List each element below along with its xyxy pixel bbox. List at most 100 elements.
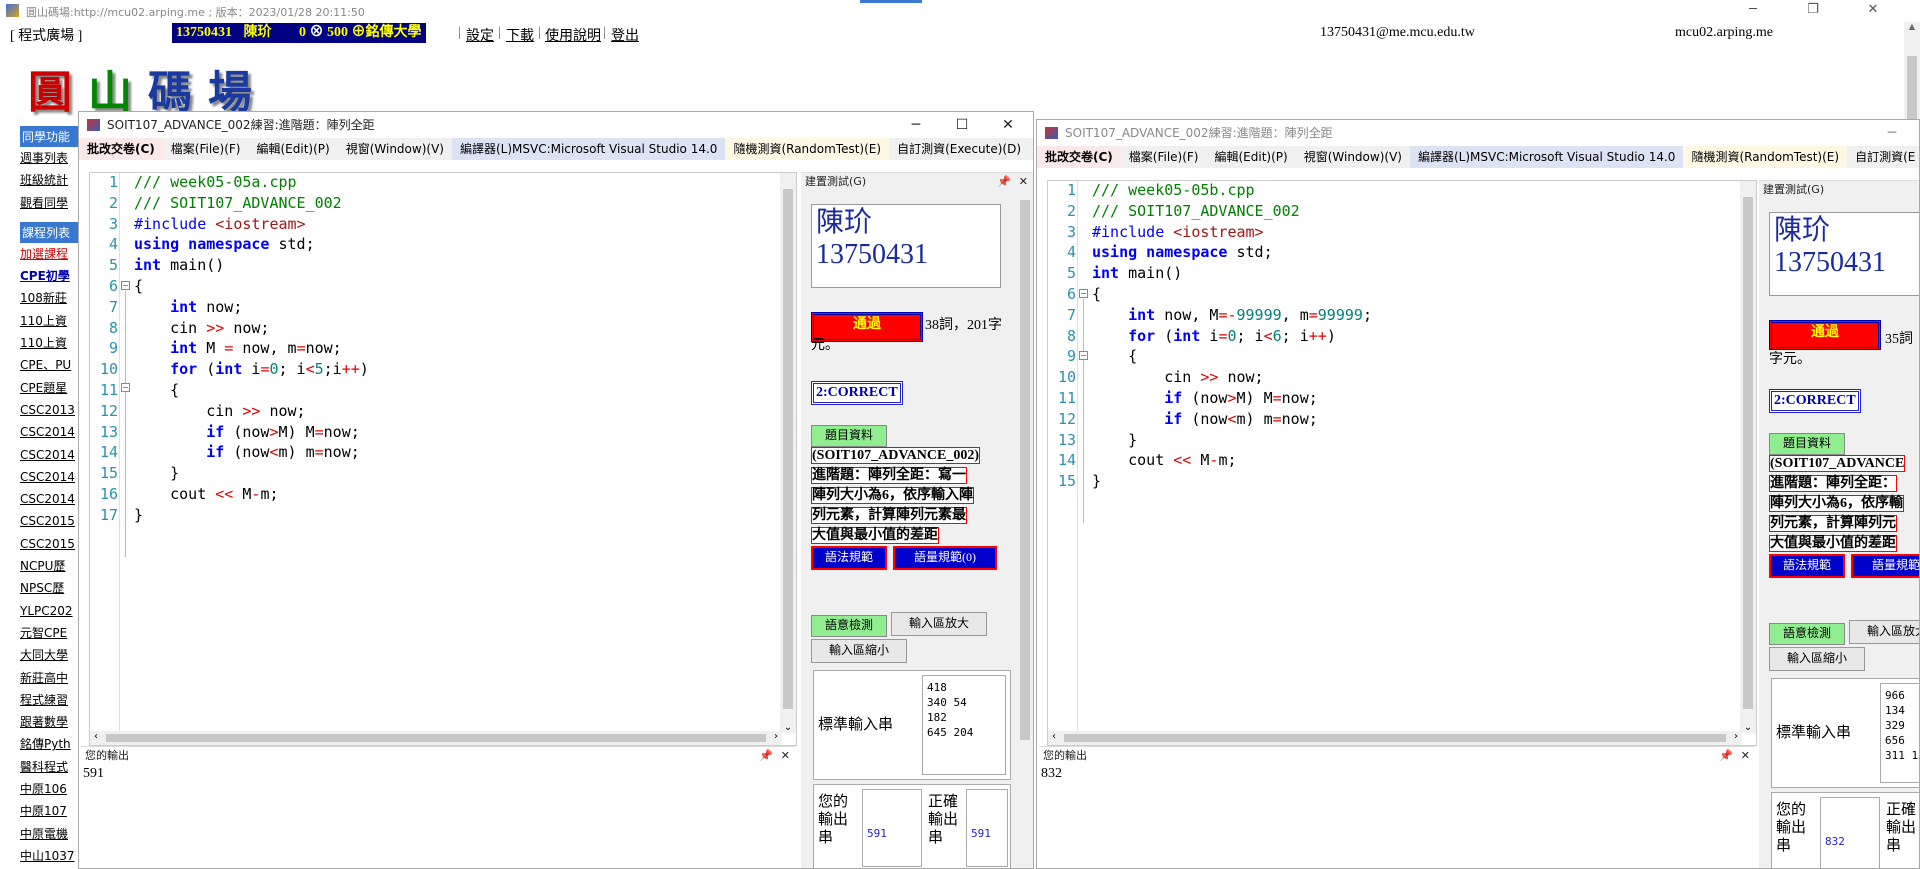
minimize-icon[interactable]: ─ [1869, 120, 1915, 146]
nav-link[interactable]: 110上資 [20, 332, 82, 354]
nav-link[interactable]: 新莊高中 [20, 667, 82, 689]
nav-link[interactable]: 跟著數學 [20, 711, 82, 733]
fold-toggle-icon[interactable]: − [121, 281, 130, 290]
restore-icon[interactable]: ❐ [1790, 0, 1836, 22]
nav-link[interactable]: CPE、PU [20, 354, 82, 376]
enlarge-input-button[interactable]: 輸入區放大 [1849, 620, 1919, 644]
nav-link[interactable]: CSC2015 [20, 510, 82, 532]
menu-custom-test[interactable]: 自訂測資(E [1847, 146, 1919, 168]
menu-compiler[interactable]: 編譯器(L)MSVC:Microsoft Visual Studio 14.0 [451, 138, 726, 160]
scroll-down-icon[interactable]: ⌄ [1740, 722, 1756, 733]
menu-edit[interactable]: 編輯(Edit)(P) [249, 138, 338, 160]
nav-link[interactable]: 週事列表 [20, 147, 82, 169]
correct-output-value[interactable]: 591 [966, 789, 1008, 867]
logout-link[interactable]: 登出 [611, 25, 639, 45]
editor-vscroll-thumb[interactable] [783, 189, 793, 709]
nav-link[interactable]: 大同大學 [20, 644, 82, 666]
nav-link[interactable]: 中原電機 [20, 823, 82, 845]
scroll-left-icon[interactable]: ‹ [1052, 731, 1056, 742]
nav-link[interactable]: YLPC202 [20, 600, 82, 622]
menu-compiler[interactable]: 編譯器(L)MSVC:Microsoft Visual Studio 14.0 [1409, 146, 1684, 168]
menu-custom-test[interactable]: 自訂測資(Execute)(D) [889, 138, 1029, 160]
editor-hscroll[interactable]: ‹ › [1048, 731, 1742, 745]
menu-file[interactable]: 檔案(File)(F) [1121, 146, 1207, 168]
nav-link[interactable]: CPE初學 [20, 265, 82, 287]
problem-info-button[interactable]: 題目資料 [1769, 433, 1845, 455]
nav-link[interactable]: 中原106 [20, 778, 82, 800]
shrink-input-button[interactable]: 輸入區縮小 [1769, 647, 1865, 671]
nav-link[interactable]: 班級統計 [20, 169, 82, 191]
menu-submit[interactable]: 批改交卷(C) [1037, 146, 1121, 168]
scroll-left-icon[interactable]: ‹ [94, 731, 98, 742]
menu-window[interactable]: 視窗(Window)(V) [1296, 146, 1410, 168]
nav-link[interactable]: CSC2014 [20, 421, 82, 443]
minimize-icon[interactable]: ─ [893, 112, 939, 138]
close-icon[interactable]: ✕ [1019, 173, 1028, 191]
nav-link[interactable]: 銘傳Pyth [20, 733, 82, 755]
nav-link[interactable]: NCPU歷 [20, 555, 82, 577]
close-icon[interactable]: ✕ [985, 112, 1031, 138]
close-icon[interactable]: ✕ [781, 747, 790, 765]
menu-submit[interactable]: 批改交卷(C) [79, 138, 163, 160]
nav-link[interactable]: 觀看同學 [20, 192, 82, 214]
your-output-value[interactable]: 832 [1820, 797, 1880, 868]
enlarge-input-button[interactable]: 輸入區放大 [891, 612, 987, 636]
help-link[interactable]: 使用說明 [545, 25, 601, 45]
nav-link[interactable]: 加選課程 [20, 243, 82, 265]
download-link[interactable]: 下載 [506, 25, 534, 45]
window-1-titlebar[interactable]: SOIT107_ADVANCE_002練習:進階題：陣列全距 ─ ☐ ✕ [79, 112, 1033, 138]
program-plaza-link[interactable]: [ 程式廣場 ] [10, 25, 82, 45]
close-icon[interactable]: ✕ [1741, 747, 1750, 765]
syntax-rules-button[interactable]: 語法規範 [811, 546, 887, 570]
size-rules-button[interactable]: 語量規範 [1851, 554, 1919, 578]
code-editor-1[interactable]: 1 2 3 4 5 6 7 8 9 10 11 12 13 14 15 16 17 − − /// week05… [89, 172, 797, 746]
nav-link[interactable]: 醫科程式 [20, 756, 82, 778]
your-output-value[interactable]: 591 [862, 789, 922, 867]
pass-badge[interactable]: 通過 [1769, 320, 1881, 350]
close-icon[interactable]: ✕ [1850, 0, 1896, 22]
pin-icon[interactable]: 📌 [997, 173, 1011, 191]
nav-link[interactable]: 中原107 [20, 800, 82, 822]
semantic-check-button[interactable]: 語意檢測 [811, 615, 887, 637]
editor-hscroll-thumb[interactable] [106, 734, 766, 742]
output-text[interactable]: 591 [81, 764, 795, 868]
menu-random-test[interactable]: 隨機測資(RandomTest)(E) [725, 138, 890, 160]
nav-link[interactable]: 中山1037 [20, 845, 82, 867]
problem-info-button[interactable]: 題目資料 [811, 425, 887, 447]
nav-link[interactable]: CSC2013 [20, 399, 82, 421]
output-text[interactable]: 832 [1039, 764, 1755, 868]
menu-file[interactable]: 檔案(File)(F) [163, 138, 249, 160]
settings-link[interactable]: 設定 [466, 25, 494, 45]
scroll-right-icon[interactable]: › [774, 731, 778, 742]
nav-link[interactable]: 程式練習 [20, 689, 82, 711]
fold-toggle-icon[interactable]: − [1079, 351, 1088, 360]
syntax-rules-button[interactable]: 語法規範 [1769, 554, 1845, 578]
scroll-right-icon[interactable]: › [1734, 731, 1738, 742]
menu-random-test[interactable]: 隨機測資(RandomTest)(E) [1683, 146, 1848, 168]
nav-link[interactable]: CPE題星 [20, 377, 82, 399]
scroll-down-icon[interactable]: ⌄ [780, 722, 796, 733]
stdin-textarea[interactable]: 418 340 54 182 645 204 [922, 675, 1006, 775]
nav-link[interactable]: CSC2015 [20, 533, 82, 555]
menu-edit[interactable]: 編輯(Edit)(P) [1207, 146, 1296, 168]
size-rules-button[interactable]: 語量規範(0) [893, 546, 997, 570]
pin-icon[interactable]: 📌 [1719, 747, 1733, 765]
semantic-check-button[interactable]: 語意檢測 [1769, 623, 1845, 645]
pin-icon[interactable]: 📌 [759, 747, 773, 765]
editor-hscroll-thumb[interactable] [1064, 734, 1726, 742]
editor-vscroll-thumb[interactable] [1743, 197, 1753, 709]
fold-toggle-icon[interactable]: − [121, 383, 130, 392]
editor-vscroll[interactable]: ⌄ [780, 173, 796, 733]
nav-link[interactable]: 108新莊 [20, 287, 82, 309]
side-vscroll[interactable] [1017, 190, 1033, 868]
shrink-input-button[interactable]: 輸入區縮小 [811, 639, 907, 663]
minimize-icon[interactable]: ─ [1730, 0, 1776, 22]
window-2-titlebar[interactable]: SOIT107_ADVANCE_002練習:進階題：陣列全距 ─ [1037, 120, 1919, 146]
nav-link[interactable]: CSC2014 [20, 488, 82, 510]
nav-link[interactable]: CSC2014 [20, 444, 82, 466]
nav-link[interactable]: 110上資 [20, 310, 82, 332]
stdin-textarea[interactable]: 966 134 329 656 311 1 [1880, 683, 1919, 783]
fold-toggle-icon[interactable]: − [1079, 289, 1088, 298]
menu-more[interactable]: II [1029, 138, 1033, 160]
maximize-icon[interactable]: ☐ [939, 112, 985, 138]
